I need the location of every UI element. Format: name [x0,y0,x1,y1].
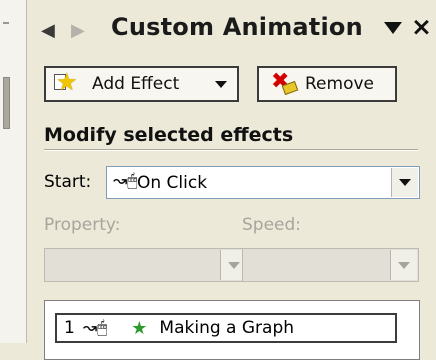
start-label: Start: [44,172,92,192]
section-divider [44,149,418,151]
effect-number: 1 [64,318,75,338]
splitter-handle[interactable] [3,77,10,129]
chevron-down-icon [398,261,410,269]
section-heading: Modify selected effects [44,124,294,146]
speed-label: Speed: [242,215,302,235]
effects-list[interactable]: 1 ↝🖱 ★ Making a Graph [44,300,420,360]
chevron-down-icon [228,261,240,269]
chevron-down-icon [399,179,411,186]
add-effect-label: Add Effect [92,74,180,94]
back-arrow-icon[interactable]: ◀ [41,22,55,40]
forward-arrow-icon[interactable]: ▶ [71,22,85,40]
pane-title-bar: ◀ ▶ Custom Animation × [27,0,436,52]
close-icon[interactable]: × [411,14,432,40]
property-dropdown[interactable] [44,248,249,282]
speed-dropdown[interactable] [242,248,419,282]
remove-label: Remove [305,74,374,94]
pane-title: Custom Animation [111,13,363,41]
start-value: On Click [137,172,208,193]
splitter-grip [3,22,9,24]
effect-star-icon: ★ [131,317,148,339]
add-effect-button[interactable]: ★ Add Effect [44,66,239,102]
custom-animation-pane: ◀ ▶ Custom Animation × ★ Add Effect ✖ Re… [27,0,436,360]
add-effect-star-icon: ★ [54,68,78,96]
list-item[interactable]: 1 ↝🖱 ★ Making a Graph [55,313,397,343]
mouse-click-icon: ↝🖱 [82,318,108,338]
property-label: Property: [44,215,121,235]
remove-x-icon: ✖ [267,69,299,96]
speed-dropdown-button[interactable] [390,250,417,280]
left-edge-strip [0,0,27,343]
chevron-down-icon [215,81,227,88]
start-dropdown-button[interactable] [391,168,418,197]
effect-name: Making a Graph [159,318,295,338]
remove-button[interactable]: ✖ Remove [257,66,397,102]
mouse-click-icon: ↝🖱 [113,171,138,191]
start-dropdown[interactable]: ↝🖱 On Click [106,166,420,199]
pane-menu-dropdown-icon[interactable] [384,22,402,34]
